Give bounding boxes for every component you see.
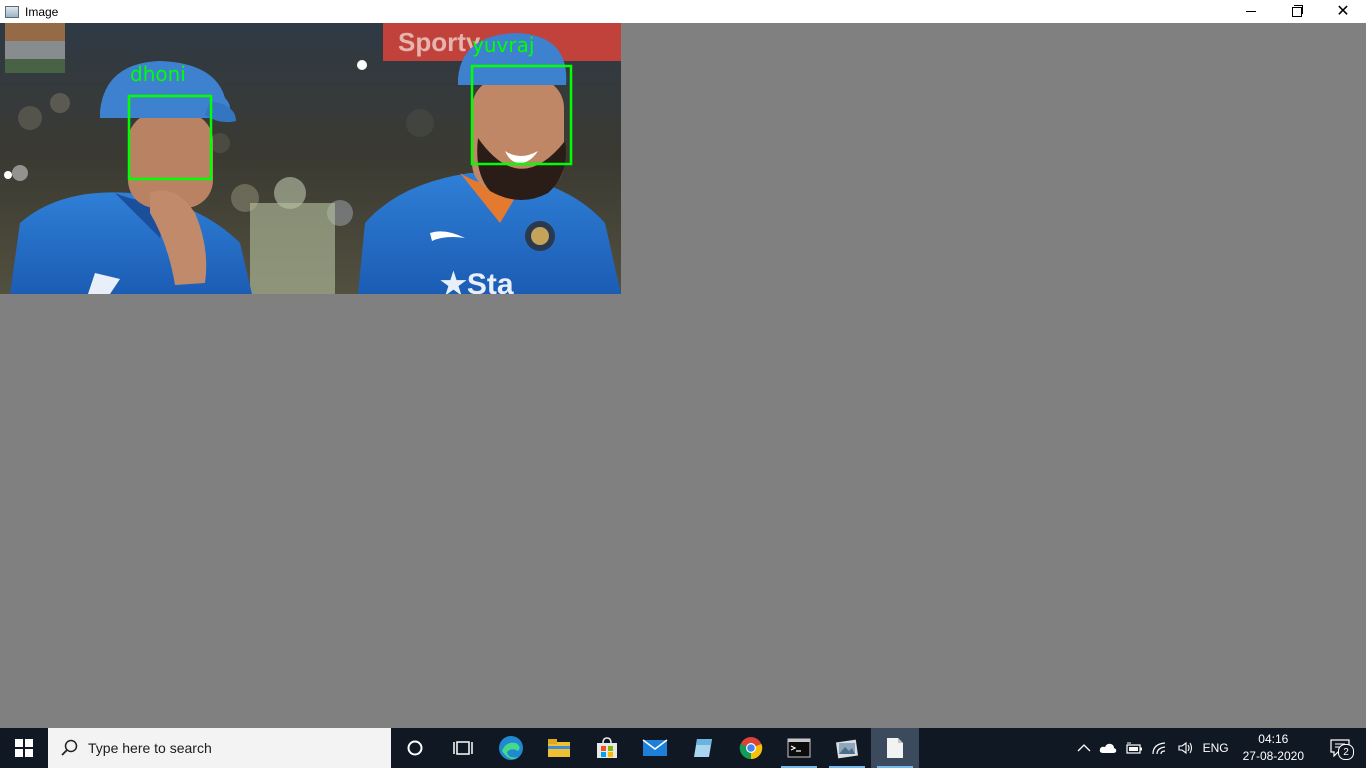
photo: Sporty ★Sta dhoni yuvraj <box>0 23 621 294</box>
close-icon: ✕ <box>1336 2 1350 20</box>
image-canvas: Sporty ★Sta dhoni yuvraj <box>0 23 621 294</box>
restore-icon <box>1292 4 1303 17</box>
close-button[interactable]: ✕ <box>1320 0 1366 23</box>
window-title: Image <box>25 4 59 19</box>
edge-icon <box>499 736 523 760</box>
clock-time: 04:16 <box>1258 732 1289 746</box>
cloud-icon <box>1099 743 1116 753</box>
taskbar-app-document[interactable] <box>871 728 919 768</box>
battery-button[interactable] <box>1121 728 1147 768</box>
notes-icon <box>694 739 712 757</box>
taskbar-app-mail[interactable] <box>631 728 679 768</box>
onedrive-button[interactable] <box>1095 728 1121 768</box>
show-hidden-icons-button[interactable] <box>1073 728 1095 768</box>
wifi-icon <box>1151 742 1165 755</box>
clock-date: 27-08-2020 <box>1242 749 1304 763</box>
restore-button[interactable] <box>1274 0 1320 23</box>
speaker-icon <box>1178 741 1192 755</box>
task-view-icon <box>453 741 473 755</box>
chrome-icon <box>739 737 763 760</box>
network-button[interactable] <box>1147 728 1173 768</box>
face-label-dhoni: dhoni <box>130 62 186 86</box>
task-view-button[interactable] <box>439 728 487 768</box>
system-tray: ENG 04:16 27-08-2020 2 <box>1073 728 1366 768</box>
terminal-icon <box>787 738 811 758</box>
taskbar: Type here to search ENG 04:16 27-08-2020… <box>0 728 1366 768</box>
search-placeholder: Type here to search <box>88 740 212 756</box>
cortana-icon <box>407 740 423 756</box>
taskbar-app-store[interactable] <box>583 728 631 768</box>
mail-icon <box>642 739 668 756</box>
document-icon <box>887 738 903 758</box>
window-titlebar: Image ✕ <box>0 0 1366 23</box>
face-label-yuvraj: yuvraj <box>472 33 534 57</box>
taskbar-app-edge[interactable] <box>487 728 535 768</box>
store-icon <box>597 737 617 758</box>
taskbar-app-notes[interactable] <box>679 728 727 768</box>
minimize-icon <box>1246 11 1256 12</box>
minimize-button[interactable] <box>1228 0 1274 23</box>
input-language-button[interactable]: ENG <box>1199 728 1233 768</box>
windows-logo-icon <box>15 739 33 757</box>
window-controls: ✕ <box>1228 0 1366 23</box>
action-center-button[interactable]: 2 <box>1314 728 1366 768</box>
taskbar-search-box[interactable]: Type here to search <box>48 728 391 768</box>
taskbar-app-photo-viewer[interactable] <box>823 728 871 768</box>
battery-icon <box>1125 742 1142 754</box>
cortana-button[interactable] <box>391 728 439 768</box>
notification-badge: 2 <box>1338 744 1354 760</box>
svg-text:★Sta: ★Sta <box>440 268 514 294</box>
taskbar-app-terminal[interactable] <box>775 728 823 768</box>
taskbar-app-chrome[interactable] <box>727 728 775 768</box>
chevron-up-icon <box>1077 744 1091 752</box>
search-icon <box>61 739 78 756</box>
app-icon <box>5 5 19 18</box>
volume-button[interactable] <box>1173 728 1199 768</box>
start-button[interactable] <box>0 728 48 768</box>
photo-viewer-icon <box>835 739 859 759</box>
clock[interactable]: 04:16 27-08-2020 <box>1233 731 1314 765</box>
taskbar-app-file-explorer[interactable] <box>535 728 583 768</box>
folder-icon <box>548 739 570 757</box>
